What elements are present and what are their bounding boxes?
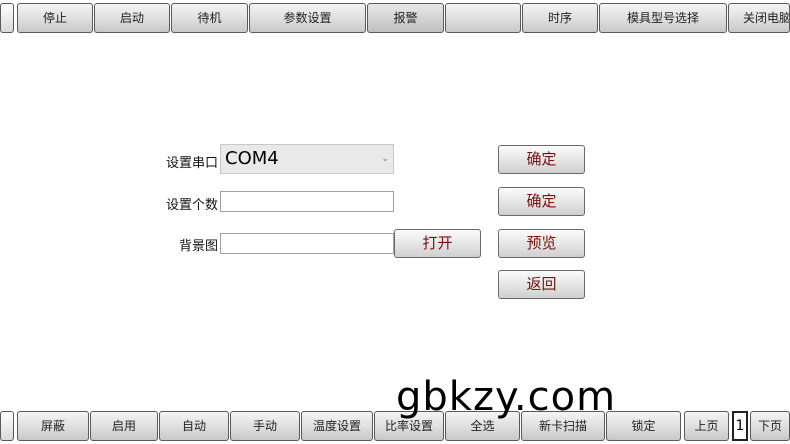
mold-model-select-button[interactable]: 模具型号选择	[599, 3, 727, 33]
previous-page-button[interactable]: 上页	[684, 411, 729, 441]
confirm-count-button[interactable]: 确定	[498, 187, 585, 216]
background-image-input[interactable]	[220, 233, 394, 254]
blank-button[interactable]	[445, 3, 521, 33]
shutdown-computer-button[interactable]: 关闭电脑	[728, 3, 790, 33]
enable-button[interactable]: 启用	[90, 411, 158, 441]
page-number: 1	[732, 411, 748, 441]
lock-button[interactable]: 锁定	[606, 411, 681, 441]
temperature-settings-button[interactable]: 温度设置	[301, 411, 373, 441]
preview-button[interactable]: 预览	[498, 229, 585, 258]
stop-button[interactable]: 停止	[17, 3, 93, 33]
background-image-label: 背景图	[178, 239, 218, 254]
chevron-down-icon: ⌄	[381, 154, 389, 164]
open-file-button[interactable]: 打开	[394, 229, 481, 258]
top-nav-edge	[0, 3, 14, 33]
port-select[interactable]: COM4 ⌄	[220, 144, 394, 174]
auto-button[interactable]: 自动	[159, 411, 229, 441]
confirm-port-button[interactable]: 确定	[498, 145, 585, 174]
start-button[interactable]: 启动	[94, 3, 170, 33]
top-nav-bar: 停止 启动 待机 参数设置 报警 时序 模具型号选择 关闭电脑	[0, 0, 790, 36]
timing-button[interactable]: 时序	[522, 3, 598, 33]
port-select-value: COM4	[225, 148, 279, 169]
count-label: 设置个数	[165, 198, 218, 213]
bottom-nav-edge	[0, 411, 14, 441]
standby-button[interactable]: 待机	[171, 3, 248, 33]
port-label: 设置串口	[165, 156, 218, 171]
count-input[interactable]	[220, 191, 394, 212]
manual-button[interactable]: 手动	[230, 411, 300, 441]
parameter-settings-button[interactable]: 参数设置	[249, 3, 366, 33]
back-button[interactable]: 返回	[498, 270, 585, 299]
alarm-button[interactable]: 报警	[367, 3, 444, 33]
bottom-nav-bar: 屏蔽 启用 自动 手动 温度设置 比率设置 全选 新卡扫描 锁定 上页 1 下页	[0, 408, 790, 444]
shield-button[interactable]: 屏蔽	[17, 411, 89, 441]
watermark-text: gbkzy.com	[396, 374, 617, 420]
next-page-button[interactable]: 下页	[750, 411, 790, 441]
